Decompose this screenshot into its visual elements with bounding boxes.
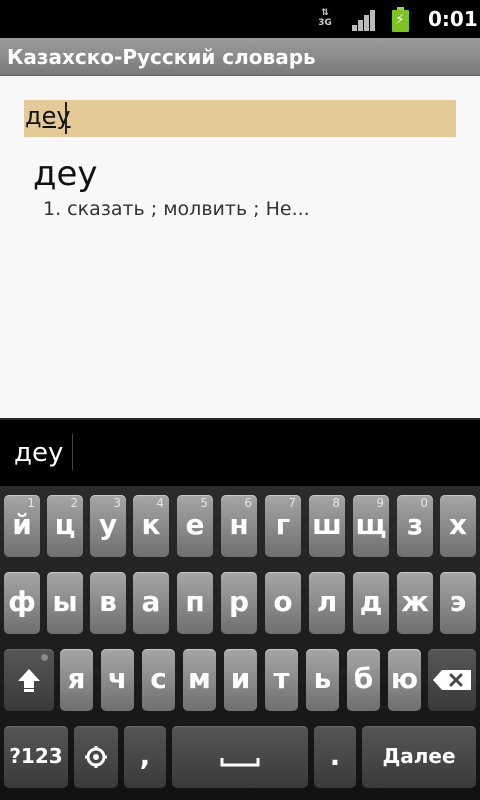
search-input[interactable] — [24, 100, 456, 137]
key-а[interactable]: а — [133, 572, 169, 634]
delete-key[interactable] — [428, 649, 476, 711]
shift-arrow-icon — [18, 669, 40, 692]
key-п[interactable]: п — [177, 572, 213, 634]
space-icon — [220, 758, 260, 767]
dictionary-content: деу деу 1. сказать ; молвить ; Не... — [0, 76, 480, 418]
key-е[interactable]: 5е — [177, 495, 213, 557]
key-м[interactable]: м — [183, 649, 216, 711]
key-г[interactable]: 7г — [265, 495, 301, 557]
suggestion-divider — [72, 434, 73, 470]
settings-icon — [85, 746, 107, 768]
key-в[interactable]: в — [90, 572, 126, 634]
key-з[interactable]: 0з — [397, 495, 433, 557]
key-ф[interactable]: ф — [4, 572, 40, 634]
key-ы[interactable]: ы — [47, 572, 83, 634]
shift-indicator-dot — [41, 654, 48, 661]
result-definition[interactable]: 1. сказать ; молвить ; Не... — [43, 198, 310, 220]
key-и[interactable]: и — [224, 649, 257, 711]
shift-key[interactable] — [4, 649, 54, 711]
key-л[interactable]: л — [309, 572, 345, 634]
period-key[interactable]: . — [314, 726, 356, 788]
key-х[interactable]: х — [440, 495, 476, 557]
settings-key[interactable] — [74, 726, 118, 788]
app-title-bar: Казахско-Русский словарь — [0, 38, 480, 76]
suggestion-strip: деу — [0, 418, 480, 486]
key-щ[interactable]: 9щ — [353, 495, 389, 557]
key-н[interactable]: 6н — [221, 495, 257, 557]
key-ь[interactable]: ь — [306, 649, 339, 711]
suggestion-current[interactable]: деу — [14, 438, 63, 468]
soft-keyboard: 1й 2ц 3у 4к 5е 6н 7г 8ш 9щ 0з х ф ы в а … — [0, 486, 480, 800]
key-ю[interactable]: ю — [388, 649, 421, 711]
key-р[interactable]: р — [221, 572, 257, 634]
key-ц[interactable]: 2ц — [47, 495, 83, 557]
key-ч[interactable]: ч — [101, 649, 134, 711]
network-3g-icon: ⇅ 3G — [318, 8, 332, 28]
search-input-value: деу — [25, 102, 71, 130]
battery-charging-icon: ⚡ — [392, 7, 409, 32]
symbols-key[interactable]: ?123 — [4, 726, 68, 788]
key-д[interactable]: д — [353, 572, 389, 634]
key-й[interactable]: 1й — [4, 495, 40, 557]
signal-strength-icon — [352, 9, 376, 31]
key-т[interactable]: т — [265, 649, 298, 711]
comma-key[interactable]: , — [124, 726, 166, 788]
key-я[interactable]: я — [60, 649, 93, 711]
key-о[interactable]: о — [265, 572, 301, 634]
key-ш[interactable]: 8ш — [309, 495, 345, 557]
app-title: Казахско-Русский словарь — [7, 45, 316, 69]
key-с[interactable]: с — [142, 649, 175, 711]
text-cursor — [65, 102, 67, 134]
key-ж[interactable]: ж — [397, 572, 433, 634]
key-у[interactable]: 3у — [90, 495, 126, 557]
space-key[interactable] — [172, 726, 308, 788]
key-э[interactable]: э — [440, 572, 476, 634]
backspace-icon — [433, 670, 471, 690]
key-б[interactable]: б — [347, 649, 380, 711]
status-bar: ⇅ 3G ⚡ 0:01 — [0, 0, 480, 38]
status-clock: 0:01 — [428, 7, 478, 31]
enter-key[interactable]: Далее — [362, 726, 476, 788]
result-word[interactable]: деу — [33, 154, 98, 194]
key-к[interactable]: 4к — [133, 495, 169, 557]
